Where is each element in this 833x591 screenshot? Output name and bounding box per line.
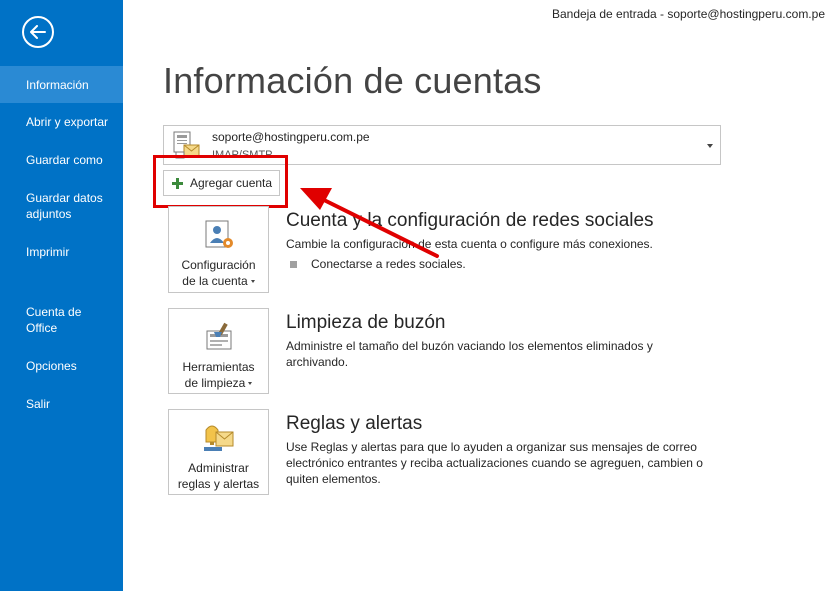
add-account-button[interactable]: Agregar cuenta <box>163 170 280 196</box>
nav-item-imprimir[interactable]: Imprimir <box>0 233 123 271</box>
backstage-sidebar: Información Abrir y exportar Guardar com… <box>0 0 123 591</box>
plus-icon <box>172 177 183 189</box>
backstage-nav: Información Abrir y exportar Guardar com… <box>0 66 123 423</box>
section-title-account-settings: Cuenta y la configuración de redes socia… <box>286 210 654 231</box>
account-email: soporte@hostingperu.com.pe <box>212 130 370 144</box>
nav-item-guardar-adjuntos[interactable]: Guardar datos adjuntos <box>0 179 123 233</box>
nav-item-salir[interactable]: Salir <box>0 385 123 423</box>
caret-down-icon <box>250 280 255 283</box>
page-title: Información de cuentas <box>163 60 542 101</box>
section-title-rules-alerts: Reglas y alertas <box>286 413 423 434</box>
rules-alerts-tile[interactable]: Administrar reglas y alertas <box>168 409 269 495</box>
section-desc-rules-alerts: Use Reglas y alertas para que lo ayuden … <box>286 440 703 486</box>
section-title-mailbox-cleanup: Limpieza de buzón <box>286 312 446 333</box>
add-account-label: Agregar cuenta <box>190 176 273 190</box>
window-title: Bandeja de entrada - soporte@hostingperu… <box>551 7 825 21</box>
cleanup-tools-label-2: de limpieza <box>169 375 268 391</box>
back-arrow-icon <box>30 25 46 39</box>
cleanup-tools-tile[interactable]: Herramientas de limpieza <box>168 308 269 394</box>
account-settings-label-2: de la cuenta <box>169 273 268 289</box>
nav-item-guardar-como[interactable]: Guardar como <box>0 141 123 179</box>
section-desc-account-settings: Cambie la configuración de esta cuenta o… <box>286 237 653 251</box>
connect-social-link[interactable]: Conectarse a redes sociales. <box>290 257 466 271</box>
cleanup-tools-icon <box>169 321 268 353</box>
section-desc-mailbox-cleanup: Administre el tamaño del buzón vaciando … <box>286 339 653 369</box>
account-selector[interactable]: soporte@hostingperu.com.pe IMAP/SMTP <box>163 125 721 165</box>
nav-item-abrir-exportar[interactable]: Abrir y exportar <box>0 103 123 141</box>
caret-down-icon <box>248 382 253 385</box>
nav-item-cuenta-office[interactable]: Cuenta de Office <box>0 293 123 347</box>
rules-alerts-icon <box>169 420 268 454</box>
back-button[interactable] <box>22 16 54 48</box>
cleanup-tools-label-1: Herramientas <box>182 360 255 374</box>
account-settings-label-1: Configuración <box>181 258 256 272</box>
rules-alerts-label-2: reglas y alertas <box>177 477 260 491</box>
bullet-icon <box>290 260 297 268</box>
account-settings-tile[interactable]: Configuración de la cuenta <box>168 206 269 293</box>
rules-alerts-label-1: Administrar <box>188 461 249 475</box>
nav-item-informacion[interactable]: Información <box>0 66 123 103</box>
chevron-down-icon <box>707 144 713 148</box>
account-type: IMAP/SMTP <box>212 149 273 161</box>
nav-item-opciones[interactable]: Opciones <box>0 347 123 385</box>
account-settings-icon <box>169 219 268 251</box>
account-mail-icon <box>173 131 200 159</box>
